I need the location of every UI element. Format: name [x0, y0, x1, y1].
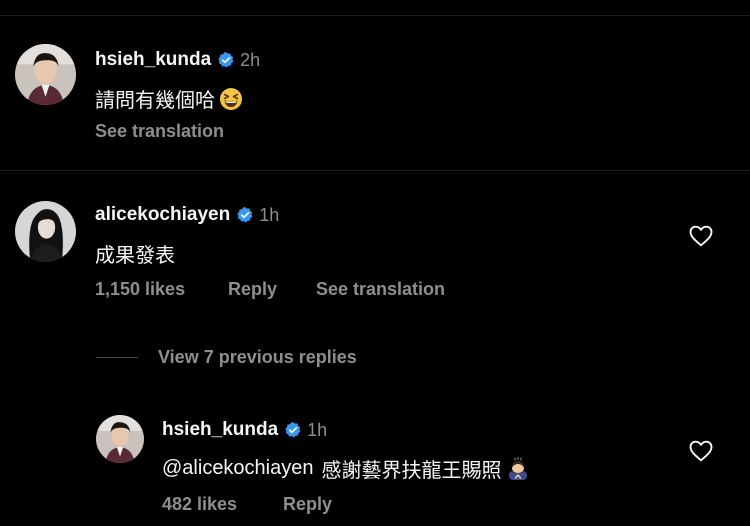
reply-button[interactable]: Reply [283, 494, 332, 515]
top-divider [0, 15, 750, 16]
verified-badge-icon [237, 207, 253, 223]
grinning-squinting-face-icon [220, 87, 242, 110]
username[interactable]: hsieh_kunda [95, 49, 211, 71]
see-translation-link[interactable]: See translation [95, 121, 224, 142]
mention-link[interactable]: @alicekochiayen [162, 457, 314, 480]
comment-text: 感謝藝界扶龍王賜照 [321, 460, 502, 482]
avatar[interactable] [15, 44, 76, 105]
timestamp: 1h [307, 419, 328, 440]
profile-photo-icon [15, 44, 76, 105]
comment-text: 請問有幾個哈 [95, 90, 215, 112]
verified-badge-icon [285, 422, 301, 438]
comment-divider [0, 170, 750, 171]
username[interactable]: alicekochiayen [95, 204, 230, 226]
like-heart-icon[interactable] [689, 440, 713, 462]
view-replies-line [96, 357, 138, 358]
reply-button[interactable]: Reply [228, 279, 277, 300]
timestamp: 2h [240, 49, 261, 70]
view-previous-replies-button[interactable]: View 7 previous replies [158, 347, 357, 368]
verified-badge-icon [218, 52, 234, 68]
see-translation-link[interactable]: See translation [316, 279, 445, 300]
profile-photo-icon [96, 415, 144, 463]
likes-count[interactable]: 1,150 likes [95, 279, 185, 300]
profile-photo-icon [15, 201, 76, 262]
person-bowing-icon [508, 456, 527, 480]
like-heart-icon[interactable] [689, 225, 713, 247]
avatar[interactable] [15, 201, 76, 262]
comment-text: 成果發表 [95, 245, 175, 267]
username[interactable]: hsieh_kunda [162, 419, 278, 441]
timestamp: 1h [259, 204, 280, 225]
likes-count[interactable]: 482 likes [162, 494, 237, 515]
avatar[interactable] [96, 415, 144, 463]
